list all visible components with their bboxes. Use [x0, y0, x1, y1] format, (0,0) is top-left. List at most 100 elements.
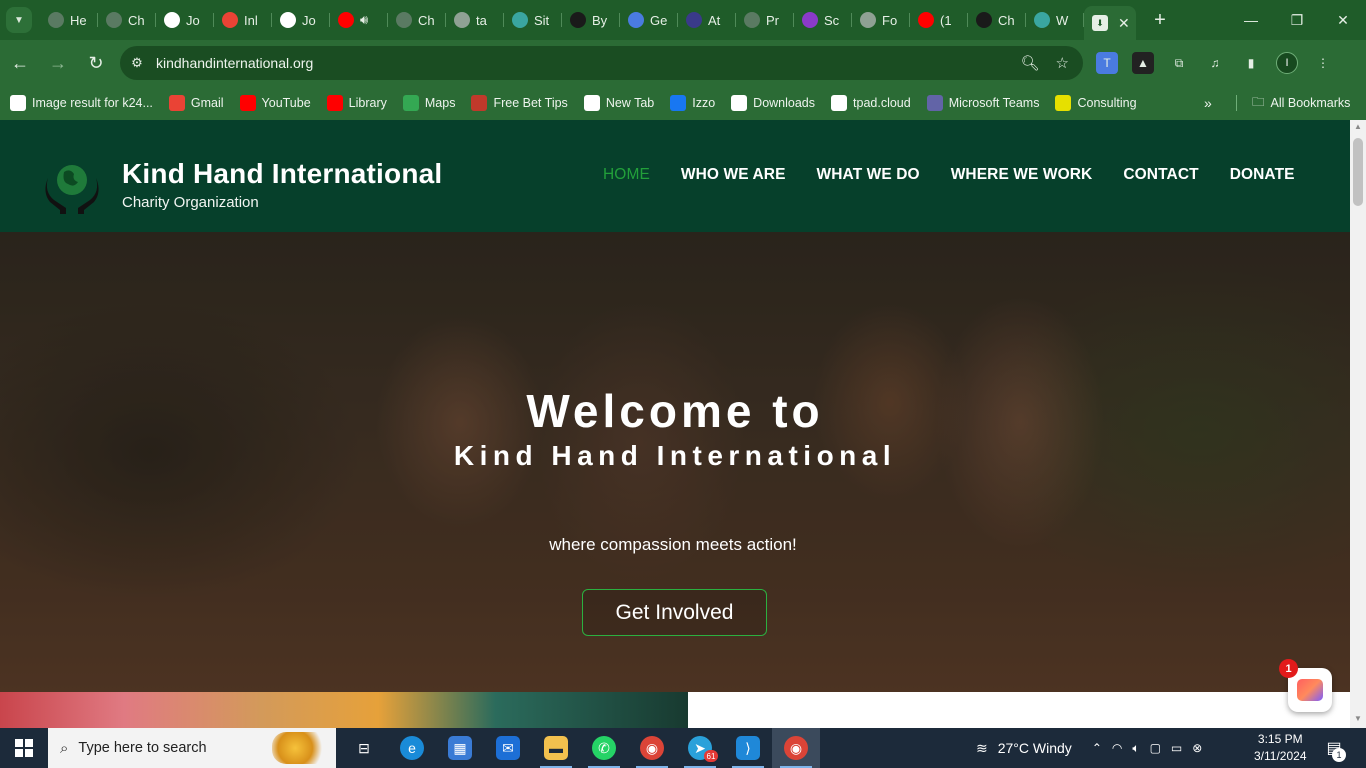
- bookmark-item[interactable]: Free Bet Tips: [471, 95, 568, 111]
- taskbar-app-button[interactable]: ✆: [580, 728, 628, 768]
- nav-where-we-work[interactable]: WHERE WE WORK: [951, 166, 1093, 184]
- browser-tab[interactable]: Ch: [98, 5, 156, 35]
- download-icon: [731, 95, 748, 111]
- tab-title: Inl: [244, 12, 258, 28]
- menu-kebab-icon[interactable]: ⋮: [1312, 52, 1334, 74]
- bookmark-item[interactable]: tpad.cloud: [831, 95, 911, 111]
- zoom-icon[interactable]: 🔍︎: [1021, 54, 1040, 72]
- bookmark-item[interactable]: Library: [326, 95, 387, 111]
- browser-tab[interactable]: At: [678, 5, 736, 35]
- site-info-icon[interactable]: ⚙: [120, 55, 154, 71]
- weather-widget[interactable]: ≋ 27°C Windy: [976, 740, 1072, 757]
- browser-tab[interactable]: Inl: [214, 5, 272, 35]
- close-tab-icon[interactable]: ✕: [1118, 15, 1130, 32]
- audio-playing-icon[interactable]: 🔊︎: [360, 12, 368, 28]
- page-scrollbar[interactable]: ▲ ▼: [1350, 120, 1366, 728]
- taskbar-search[interactable]: ⌕ Type here to search: [48, 728, 336, 768]
- browser-tab[interactable]: W: [1026, 5, 1084, 35]
- cap-extension-icon[interactable]: ▲: [1132, 52, 1154, 74]
- network-error-icon[interactable]: ⊗: [1192, 741, 1202, 755]
- browser-tab[interactable]: Sc: [794, 5, 852, 35]
- bookmark-icon: [280, 12, 296, 28]
- new-tab-button[interactable]: +: [1148, 9, 1172, 32]
- browser-tab[interactable]: By: [562, 5, 620, 35]
- browser-tab[interactable]: Fo: [852, 5, 910, 35]
- taskbar-app-button[interactable]: ▬: [532, 728, 580, 768]
- scroll-up-arrow-icon[interactable]: ▲: [1350, 122, 1366, 134]
- notification-center-button[interactable]: ▤ 1: [1322, 736, 1346, 762]
- bookmarks-divider: [1236, 95, 1237, 111]
- system-clock[interactable]: 3:15 PM 3/11/2024: [1254, 728, 1307, 768]
- bookmark-label: Consulting: [1077, 96, 1137, 110]
- bookmark-item[interactable]: New Tab: [583, 95, 654, 111]
- close-window-button[interactable]: ✕: [1320, 0, 1366, 40]
- volume-icon[interactable]: 🔈︎: [1132, 741, 1139, 756]
- browser-tab[interactable]: Ge: [620, 5, 678, 35]
- nav-contact[interactable]: CONTACT: [1123, 166, 1198, 184]
- notification-badge: 1: [1332, 748, 1346, 762]
- globe-hands-logo-icon[interactable]: [40, 158, 104, 214]
- side-panel-icon[interactable]: ▮: [1240, 52, 1262, 74]
- taskbar-app-button[interactable]: e: [388, 728, 436, 768]
- browser-tab[interactable]: Jo: [156, 5, 214, 35]
- restore-button[interactable]: ❐: [1274, 0, 1320, 40]
- active-browser-tab[interactable]: ⬇ ✕: [1084, 6, 1136, 40]
- taskbar-app-button[interactable]: ◉: [772, 728, 820, 768]
- media-controls-icon[interactable]: ♫: [1204, 52, 1226, 74]
- nav-donate[interactable]: DONATE: [1230, 166, 1295, 184]
- taskbar-app-button[interactable]: ▦: [436, 728, 484, 768]
- browser-tab[interactable]: Jo: [272, 5, 330, 35]
- bookmark-item[interactable]: Image result for k24...: [10, 95, 153, 111]
- bookmark-item[interactable]: YouTube: [239, 95, 311, 111]
- tab-title: W: [1056, 12, 1069, 28]
- taskbar-app-button[interactable]: ⊟: [340, 728, 388, 768]
- wifi-icon[interactable]: ◠: [1112, 741, 1122, 755]
- bookmark-item[interactable]: Maps: [402, 95, 455, 111]
- reload-button[interactable]: ↻: [78, 45, 114, 81]
- browser-tab[interactable]: Ch: [968, 5, 1026, 35]
- nav-home[interactable]: HOME: [603, 166, 650, 184]
- web-page: Kind Hand International Charity Organiza…: [0, 120, 1366, 728]
- forward-button[interactable]: →: [40, 45, 76, 81]
- browser-tab[interactable]: (1: [910, 5, 968, 35]
- minimize-button[interactable]: —: [1228, 0, 1274, 40]
- taskbar-app-button[interactable]: ➤ 61: [676, 728, 724, 768]
- bookmark-item[interactable]: Izzo: [670, 95, 715, 111]
- taskbar-app-button[interactable]: ◉: [628, 728, 676, 768]
- nav-who-we-are[interactable]: WHO WE ARE: [681, 166, 786, 184]
- browser-tab[interactable]: Pr: [736, 5, 794, 35]
- taskbar-app-button[interactable]: ⟩: [724, 728, 772, 768]
- bookmark-item[interactable]: Gmail: [168, 95, 224, 111]
- device-icon[interactable]: ▢: [1150, 741, 1161, 755]
- bookmark-item[interactable]: Consulting: [1055, 95, 1137, 111]
- profile-avatar[interactable]: I: [1276, 52, 1298, 74]
- browser-tab[interactable]: ta: [446, 5, 504, 35]
- tab-search-button[interactable]: ▼: [6, 7, 32, 33]
- translate-extension-icon[interactable]: T: [1096, 52, 1118, 74]
- extensions-puzzle-icon[interactable]: ⧉: [1168, 52, 1190, 74]
- scrollbar-thumb[interactable]: [1353, 138, 1363, 206]
- browser-tab[interactable]: Sit: [504, 5, 562, 35]
- browser-tab[interactable]: Ch: [388, 5, 446, 35]
- back-button[interactable]: ←: [2, 45, 38, 81]
- scroll-down-arrow-icon[interactable]: ▼: [1350, 714, 1366, 726]
- folder-icon: 🗀: [1252, 94, 1265, 109]
- more-bookmarks-button[interactable]: »: [1204, 86, 1212, 120]
- all-bookmarks-button[interactable]: 🗀 All Bookmarks: [1252, 86, 1350, 120]
- chevron-up-icon[interactable]: ⌃: [1092, 741, 1102, 755]
- start-button[interactable]: [0, 728, 48, 768]
- address-bar[interactable]: ⚙ kindhandinternational.org 🔍︎ ☆: [120, 46, 1083, 80]
- bookmark-item[interactable]: Microsoft Teams: [926, 95, 1039, 111]
- url-text[interactable]: kindhandinternational.org: [156, 55, 313, 71]
- globe-icon: [454, 12, 470, 28]
- site-title[interactable]: Kind Hand International: [122, 158, 442, 190]
- taskbar-app-button[interactable]: ✉: [484, 728, 532, 768]
- bookmark-item[interactable]: Downloads: [731, 95, 815, 111]
- bookmark-star-icon[interactable]: ☆: [1056, 54, 1069, 72]
- chat-widget-button[interactable]: 1: [1279, 659, 1332, 712]
- get-involved-button[interactable]: Get Involved: [582, 589, 767, 636]
- browser-tab[interactable]: 🔊︎: [330, 5, 388, 35]
- battery-icon[interactable]: ▭: [1171, 741, 1182, 755]
- browser-tab[interactable]: He: [40, 5, 98, 35]
- nav-what-we-do[interactable]: WHAT WE DO: [817, 166, 920, 184]
